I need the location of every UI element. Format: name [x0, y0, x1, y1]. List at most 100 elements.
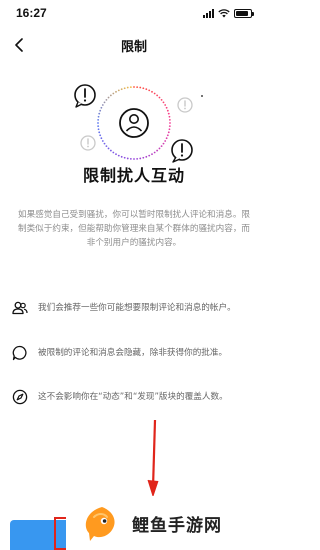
- ring-dot: [166, 134, 169, 137]
- ring-dot: [153, 92, 156, 95]
- ring-dot: [117, 154, 120, 157]
- ring-dot: [107, 96, 110, 99]
- ring-dot: [103, 101, 106, 104]
- ring-dot: [168, 118, 171, 121]
- ring-dot: [98, 112, 101, 115]
- ring-dot: [105, 145, 108, 148]
- ring-dot: [112, 151, 115, 154]
- ring-dot: [101, 104, 104, 106]
- ring-dot: [139, 157, 142, 160]
- exclamation-bubble-icon: [74, 84, 96, 108]
- ring-dot: [151, 90, 153, 93]
- feature-text: 被限制的评论和消息会隐藏，除非获得你的批准。: [38, 348, 228, 358]
- ring-dot: [103, 142, 106, 145]
- ring-dot: [156, 94, 159, 97]
- nav-bar: 限制: [0, 30, 268, 60]
- ring-dot: [164, 140, 167, 142]
- ring-dot: [97, 128, 100, 131]
- status-icons: [203, 8, 254, 18]
- ring-dot: [162, 142, 165, 145]
- ring-dot: [168, 115, 171, 118]
- ring-dot: [164, 104, 167, 106]
- ring-dot: [145, 88, 148, 91]
- ring-dot: [100, 137, 103, 140]
- fish-logo-icon: [85, 507, 115, 541]
- ring-dot: [101, 140, 104, 142]
- ring-dot: [142, 87, 145, 90]
- ring-dot: [100, 106, 103, 109]
- ring-dot: [145, 155, 148, 158]
- ring-dot: [168, 125, 171, 128]
- ring-dot: [99, 109, 102, 112]
- ring-dot: [142, 156, 145, 159]
- ring-dot: [165, 137, 168, 140]
- chat-bubble-icon: [12, 345, 28, 361]
- ring-dot: [115, 90, 117, 93]
- ring-dot: [169, 122, 171, 124]
- exclamation-bubble-icon: [177, 97, 193, 113]
- ring-dot: [126, 86, 129, 89]
- ring-dot: [133, 86, 135, 88]
- ring-dot: [115, 153, 117, 156]
- compass-icon: [12, 389, 28, 405]
- ring-dot: [166, 109, 169, 112]
- ring-dot: [123, 156, 126, 159]
- ring-dot: [133, 158, 135, 160]
- ring-dot: [136, 157, 139, 160]
- ring-dot: [109, 94, 112, 97]
- headline: 限制扰人互动: [82, 166, 185, 185]
- ring-dot: [97, 118, 100, 121]
- battery-fill: [236, 10, 248, 16]
- ring-dot: [160, 98, 163, 101]
- ring-dot: [148, 154, 151, 157]
- feature-item: 我们会推荐一些你可能想要限制评论和消息的帐户。: [12, 300, 258, 316]
- ring-dot: [158, 96, 161, 99]
- feature-item: 这不会影响你在“动态”和“发现”版块的覆盖人数。: [12, 389, 258, 405]
- status-bar: 16:27: [0, 0, 268, 26]
- feature-item: 被限制的评论和消息会隐藏，除非获得你的批准。: [12, 345, 258, 361]
- ring-dot: [109, 149, 112, 152]
- ring-dot: [158, 147, 161, 150]
- ring-dot: [123, 87, 126, 90]
- ring-dot: [148, 89, 151, 92]
- ring-dot: [160, 145, 163, 148]
- watermark: 鲤鱼手游网: [66, 496, 268, 550]
- page-title: 限制: [120, 39, 147, 55]
- ring-dot: [139, 86, 142, 89]
- ring-dot: [156, 149, 159, 152]
- ring-dot: [153, 151, 156, 154]
- ring-dot: [117, 89, 120, 92]
- ring-dot: [126, 157, 129, 160]
- status-time: 16:27: [16, 6, 47, 20]
- ring-dot: [120, 88, 123, 91]
- signal-icon: [203, 8, 214, 18]
- wifi-icon: [218, 8, 230, 17]
- exclamation-bubble-icon: [80, 135, 96, 151]
- ring-dot: [112, 92, 115, 95]
- chevron-left-icon: [15, 38, 23, 52]
- ring-dot: [151, 153, 153, 156]
- feature-text: 我们会推荐一些你可能想要限制评论和消息的帐户。: [38, 303, 236, 313]
- exclamation-bubble-icon: [171, 139, 193, 163]
- ring-dot: [97, 125, 100, 128]
- ring-dot: [120, 155, 123, 158]
- back-button[interactable]: [8, 34, 30, 56]
- ring-dot: [97, 115, 100, 118]
- ring-dot: [168, 128, 171, 131]
- ring-dot: [129, 157, 132, 160]
- battery-icon: [234, 8, 254, 18]
- ring-dot: [105, 98, 108, 101]
- ring-dot: [99, 134, 102, 137]
- ring-dot: [98, 131, 101, 134]
- feature-text: 这不会影响你在“动态”和“发现”版块的覆盖人数。: [38, 392, 228, 402]
- annotation-arrow-icon: [147, 420, 159, 497]
- watermark-text: 鲤鱼手游网: [132, 515, 222, 536]
- user-icon: [119, 108, 149, 138]
- ring-dot: [167, 131, 170, 134]
- ring-dot: [165, 106, 168, 109]
- users-icon: [12, 300, 28, 316]
- ring-dot: [97, 122, 99, 124]
- description: 如果感觉自己受到骚扰，你可以暂时限制扰人评论和消息。限制类似于约束，但能帮助你管…: [17, 210, 251, 248]
- ring-dot: [162, 101, 165, 104]
- ring-dot: [167, 112, 170, 115]
